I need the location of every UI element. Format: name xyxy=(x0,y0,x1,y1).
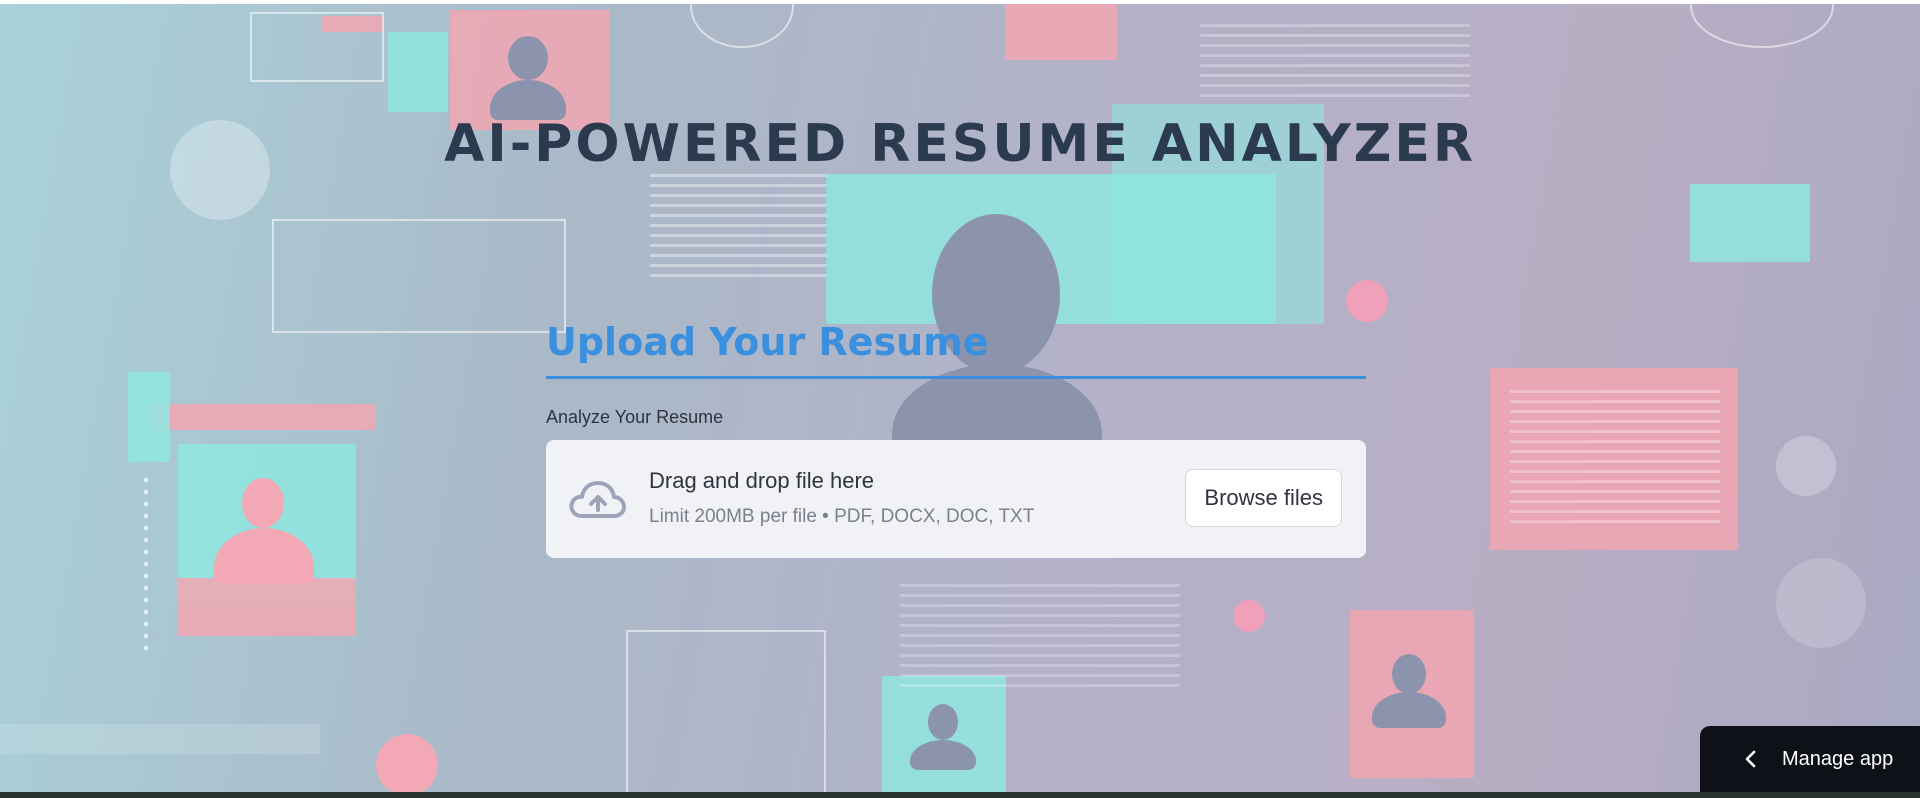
person-silhouette-icon xyxy=(508,36,548,80)
manage-app-button[interactable]: Manage app xyxy=(1700,726,1920,792)
decor-teal-strip xyxy=(128,372,170,462)
decor-lines-bottom xyxy=(900,584,1180,694)
decor-dots xyxy=(140,474,154,654)
chevron-left-icon xyxy=(1745,750,1756,768)
cloud-upload-icon xyxy=(569,480,626,518)
profile-person-icon xyxy=(1392,654,1426,694)
decor-pink-dot-2 xyxy=(1233,600,1265,632)
dropzone-text: Drag and drop file here Limit 200MB per … xyxy=(649,468,1034,528)
small-person-icon xyxy=(928,704,958,740)
decor-ring-right xyxy=(1690,4,1834,48)
decor-text-block xyxy=(650,174,830,284)
manage-app-label: Manage app xyxy=(1782,747,1894,770)
page-title: AI-POWERED RESUME ANALYZER xyxy=(444,114,1476,174)
decor-pink-strip xyxy=(150,404,375,430)
decor-circle-right xyxy=(1776,436,1836,496)
decor-teal-card xyxy=(388,32,448,112)
window-bottom-edge xyxy=(0,792,1920,798)
decor-pink-card-top xyxy=(1005,4,1117,60)
uploader-label: Analyze Your Resume xyxy=(546,406,724,427)
dropzone-limits: Limit 200MB per file • PDF, DOCX, DOC, T… xyxy=(649,505,1035,527)
decor-frame-left xyxy=(272,219,566,333)
decor-teal-card-right xyxy=(1690,184,1810,262)
decor-text-lines xyxy=(1200,24,1470,104)
decor-document-lines xyxy=(1510,390,1720,530)
upload-section: Upload Your Resume Analyze Your Resume D… xyxy=(546,320,1366,558)
decor-pink-circle-bottom xyxy=(376,734,438,792)
dropzone-instructions: Drag and drop file here xyxy=(649,467,875,493)
photo-person-icon xyxy=(242,478,284,528)
decor-band xyxy=(0,724,320,754)
decor-ring xyxy=(690,4,794,48)
upload-heading: Upload Your Resume xyxy=(546,320,1366,379)
browse-files-button[interactable]: Browse files xyxy=(1185,468,1342,527)
decor-frame xyxy=(250,12,384,82)
decor-pink-dot xyxy=(1346,280,1388,322)
decor-faint-circle xyxy=(1776,558,1866,648)
decor-frame-bottom xyxy=(626,630,826,792)
decor-pink-photo-base xyxy=(178,578,356,636)
file-dropzone[interactable]: Drag and drop file here Limit 200MB per … xyxy=(546,439,1366,558)
